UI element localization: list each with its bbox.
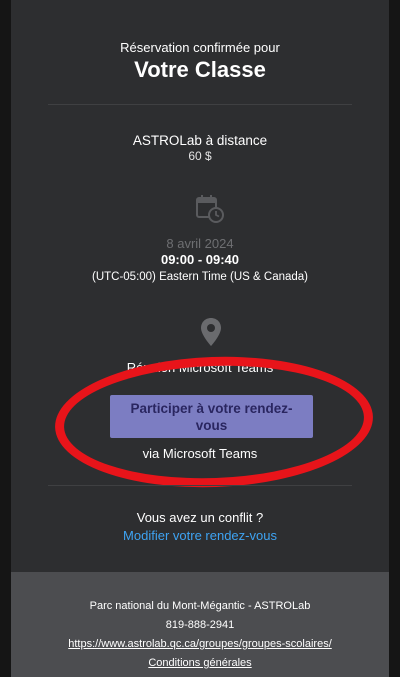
- footer-url-link[interactable]: https://www.astrolab.qc.ca/groupes/group…: [68, 638, 332, 650]
- confirmation-card: Réservation confirmée pour Votre Classe …: [11, 0, 389, 677]
- calendar-clock-icon: [196, 195, 224, 223]
- divider: [48, 485, 352, 486]
- conflict-question: Vous avez un conflit ?: [136, 510, 264, 525]
- footer: Parc national du Mont-Mégantic - ASTROLa…: [11, 572, 389, 677]
- footer-org: Parc national du Mont-Mégantic - ASTROLa…: [89, 600, 311, 612]
- footer-url-row: https://www.astrolab.qc.ca/groupes/group…: [11, 638, 389, 650]
- red-highlight-annotation: [52, 351, 376, 493]
- modify-appointment-link[interactable]: Modifier votre rendez-vous: [11, 528, 389, 543]
- service-name: ASTROLab à distance: [132, 133, 268, 148]
- footer-phone: 819-888-2941: [165, 619, 235, 631]
- service-price: 60 $: [188, 149, 212, 163]
- footer-terms-row: Conditions générales: [11, 657, 389, 669]
- appointment-timezone: (UTC-05:00) Eastern Time (US & Canada): [91, 271, 309, 283]
- terms-link[interactable]: Conditions générales: [148, 657, 251, 669]
- appointment-date: 8 avril 2024: [166, 236, 234, 251]
- map-pin-icon: [201, 318, 221, 346]
- page-title: Votre Classe: [134, 57, 266, 82]
- appointment-time: 09:00 - 09:40: [160, 252, 240, 267]
- divider: [48, 104, 352, 105]
- confirmation-intro: Réservation confirmée pour: [120, 40, 280, 55]
